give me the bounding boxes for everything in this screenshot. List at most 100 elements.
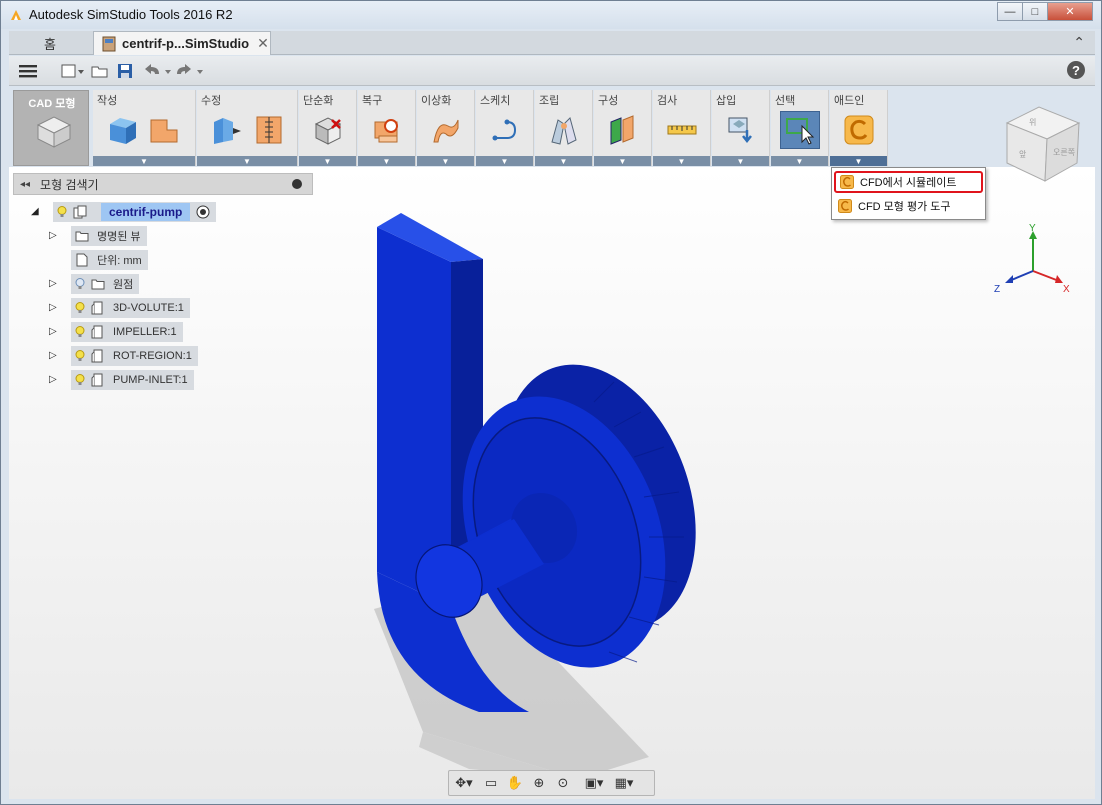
save-icon[interactable]	[117, 62, 133, 80]
close-button[interactable]: ✕	[1047, 2, 1093, 21]
panel-simplify-label: 단순화	[303, 95, 334, 107]
named-views-node[interactable]: 명명된 뷰	[71, 226, 147, 246]
title-bar: Autodesk SimStudio Tools 2016 R2 — □ ✕	[1, 1, 1101, 29]
expand-right-icon[interactable]: ▷	[49, 302, 57, 313]
units-node[interactable]: 단위: mm	[71, 250, 148, 270]
panel-repair: 복구 ▼	[358, 90, 416, 166]
component-label: ROT-REGION:1	[113, 350, 192, 362]
press-pull-icon[interactable]	[211, 114, 243, 146]
panel-idealize-label: 이상화	[421, 95, 452, 107]
visibility-bulb-icon[interactable]	[75, 326, 85, 338]
expand-right-icon[interactable]: ▷	[49, 278, 57, 289]
simplify-icon[interactable]	[312, 114, 344, 146]
display-settings-icon[interactable]: ▣▾	[579, 772, 609, 794]
sketch-curve-icon[interactable]	[489, 114, 521, 146]
tree-root-row[interactable]: ◢ centrif-pump	[31, 202, 217, 222]
origin-label: 원점	[113, 279, 134, 291]
panel-addins-dropdown[interactable]: ▼	[830, 156, 887, 166]
expand-down-icon[interactable]: ◢	[31, 206, 39, 217]
tab-close-icon[interactable]: ✕	[257, 35, 269, 52]
extrude-profile-icon[interactable]	[149, 114, 181, 146]
tree-row-named-views[interactable]: ▷ 명명된 뷰	[49, 226, 147, 246]
joint-icon[interactable]	[548, 114, 580, 146]
panel-select-dropdown[interactable]: ▼	[771, 156, 828, 166]
plane-icon[interactable]	[607, 114, 639, 146]
expand-right-icon[interactable]: ▷	[49, 326, 57, 337]
panel-construct-label: 구성	[598, 95, 619, 107]
expand-right-icon[interactable]: ▷	[49, 230, 57, 241]
chevron-up-icon[interactable]: ⌃	[1073, 34, 1085, 51]
component-node[interactable]: 3D-VOLUTE:1	[71, 298, 190, 318]
visibility-bulb-icon[interactable]	[75, 302, 85, 314]
select-cursor-icon[interactable]	[784, 114, 816, 146]
idealize-icon[interactable]	[430, 114, 462, 146]
tree-row-pump-inlet[interactable]: ▷ PUMP-INLET:1	[49, 370, 194, 390]
maximize-button[interactable]: □	[1022, 2, 1048, 21]
visibility-bulb-off-icon[interactable]	[75, 278, 85, 290]
new-file-icon[interactable]	[61, 62, 85, 80]
repair-icon[interactable]	[371, 114, 403, 146]
box-icon[interactable]	[107, 114, 139, 146]
insert-icon[interactable]	[725, 114, 757, 146]
activate-radio-icon[interactable]	[196, 205, 210, 219]
tree-row-units[interactable]: 단위: mm	[71, 250, 148, 270]
axis-triad: Y X Z	[994, 223, 1070, 295]
cfd-addin-icon[interactable]	[843, 114, 875, 146]
component-node[interactable]: ROT-REGION:1	[71, 346, 198, 366]
tab-document[interactable]: centrif-p...SimStudio ✕	[93, 31, 271, 55]
tab-home[interactable]: 홈	[9, 31, 91, 55]
redo-icon[interactable]	[175, 62, 205, 80]
panel-sketch-dropdown[interactable]: ▼	[476, 156, 533, 166]
tree-row-impeller[interactable]: ▷ IMPELLER:1	[49, 322, 183, 342]
help-icon[interactable]: ?	[1067, 61, 1085, 79]
measure-icon[interactable]	[666, 114, 698, 146]
panel-modify-label: 수정	[201, 95, 222, 107]
minimize-button[interactable]: —	[997, 2, 1023, 21]
document-tab-bar: 홈 centrif-p...SimStudio ✕ ⌃	[9, 31, 1095, 55]
menu-item-simulate-in-cfd[interactable]: CFD에서 시뮬레이트	[834, 171, 983, 193]
document-page-icon	[76, 253, 88, 267]
origin-node[interactable]: 원점	[71, 274, 140, 294]
shell-icon[interactable]	[253, 114, 285, 146]
orbit-icon[interactable]: ✥▾	[449, 772, 479, 794]
tree-row-origin[interactable]: ▷ 원점	[49, 274, 140, 294]
panel-inspect-dropdown[interactable]: ▼	[653, 156, 710, 166]
viewcube[interactable]: 위 앞 오른쪽	[1001, 99, 1085, 185]
workspace-selector[interactable]: CAD 모형	[13, 90, 89, 166]
component-node[interactable]: IMPELLER:1	[71, 322, 183, 342]
collapse-browser-icon[interactable]: ◂◂	[20, 179, 30, 190]
assembly-icon	[73, 205, 87, 219]
panel-repair-label: 복구	[362, 95, 383, 107]
panel-insert-dropdown[interactable]: ▼	[712, 156, 769, 166]
panel-create-label: 작성	[97, 95, 118, 107]
window-controls: — □ ✕	[997, 2, 1093, 21]
panel-idealize-dropdown[interactable]: ▼	[417, 156, 474, 166]
units-label: 단위: mm	[97, 255, 142, 267]
menu-item-cfd-model-assessment[interactable]: CFD 모형 평가 도구	[834, 195, 983, 217]
panel-create-dropdown[interactable]: ▼	[93, 156, 195, 166]
panel-construct-dropdown[interactable]: ▼	[594, 156, 651, 166]
pan-hand-icon[interactable]: ✋	[503, 772, 527, 794]
root-node[interactable]: centrif-pump	[53, 202, 217, 222]
zoom-fit-icon[interactable]: ⊙	[551, 772, 575, 794]
zoom-icon[interactable]: ⊕	[527, 772, 551, 794]
panel-repair-dropdown[interactable]: ▼	[358, 156, 415, 166]
menu-icon[interactable]	[19, 62, 37, 80]
panel-modify-dropdown[interactable]: ▼	[197, 156, 297, 166]
tree-row-3d-volute[interactable]: ▷ 3D-VOLUTE:1	[49, 298, 190, 318]
open-folder-icon[interactable]	[91, 62, 109, 80]
panel-inspect-label: 검사	[657, 95, 678, 107]
grid-settings-icon[interactable]: ▦▾	[609, 772, 639, 794]
panel-assemble-dropdown[interactable]: ▼	[535, 156, 592, 166]
expand-right-icon[interactable]: ▷	[49, 350, 57, 361]
undo-icon[interactable]	[143, 62, 173, 80]
expand-right-icon[interactable]: ▷	[49, 374, 57, 385]
panel-simplify-dropdown[interactable]: ▼	[299, 156, 356, 166]
component-node[interactable]: PUMP-INLET:1	[71, 370, 194, 390]
visibility-bulb-icon[interactable]	[75, 374, 85, 386]
tree-row-rot-region[interactable]: ▷ ROT-REGION:1	[49, 346, 198, 366]
visibility-bulb-icon[interactable]	[75, 350, 85, 362]
visibility-bulb-icon[interactable]	[57, 206, 67, 218]
look-at-icon[interactable]: ▭	[479, 772, 503, 794]
browser-minimize-icon[interactable]	[292, 179, 302, 189]
